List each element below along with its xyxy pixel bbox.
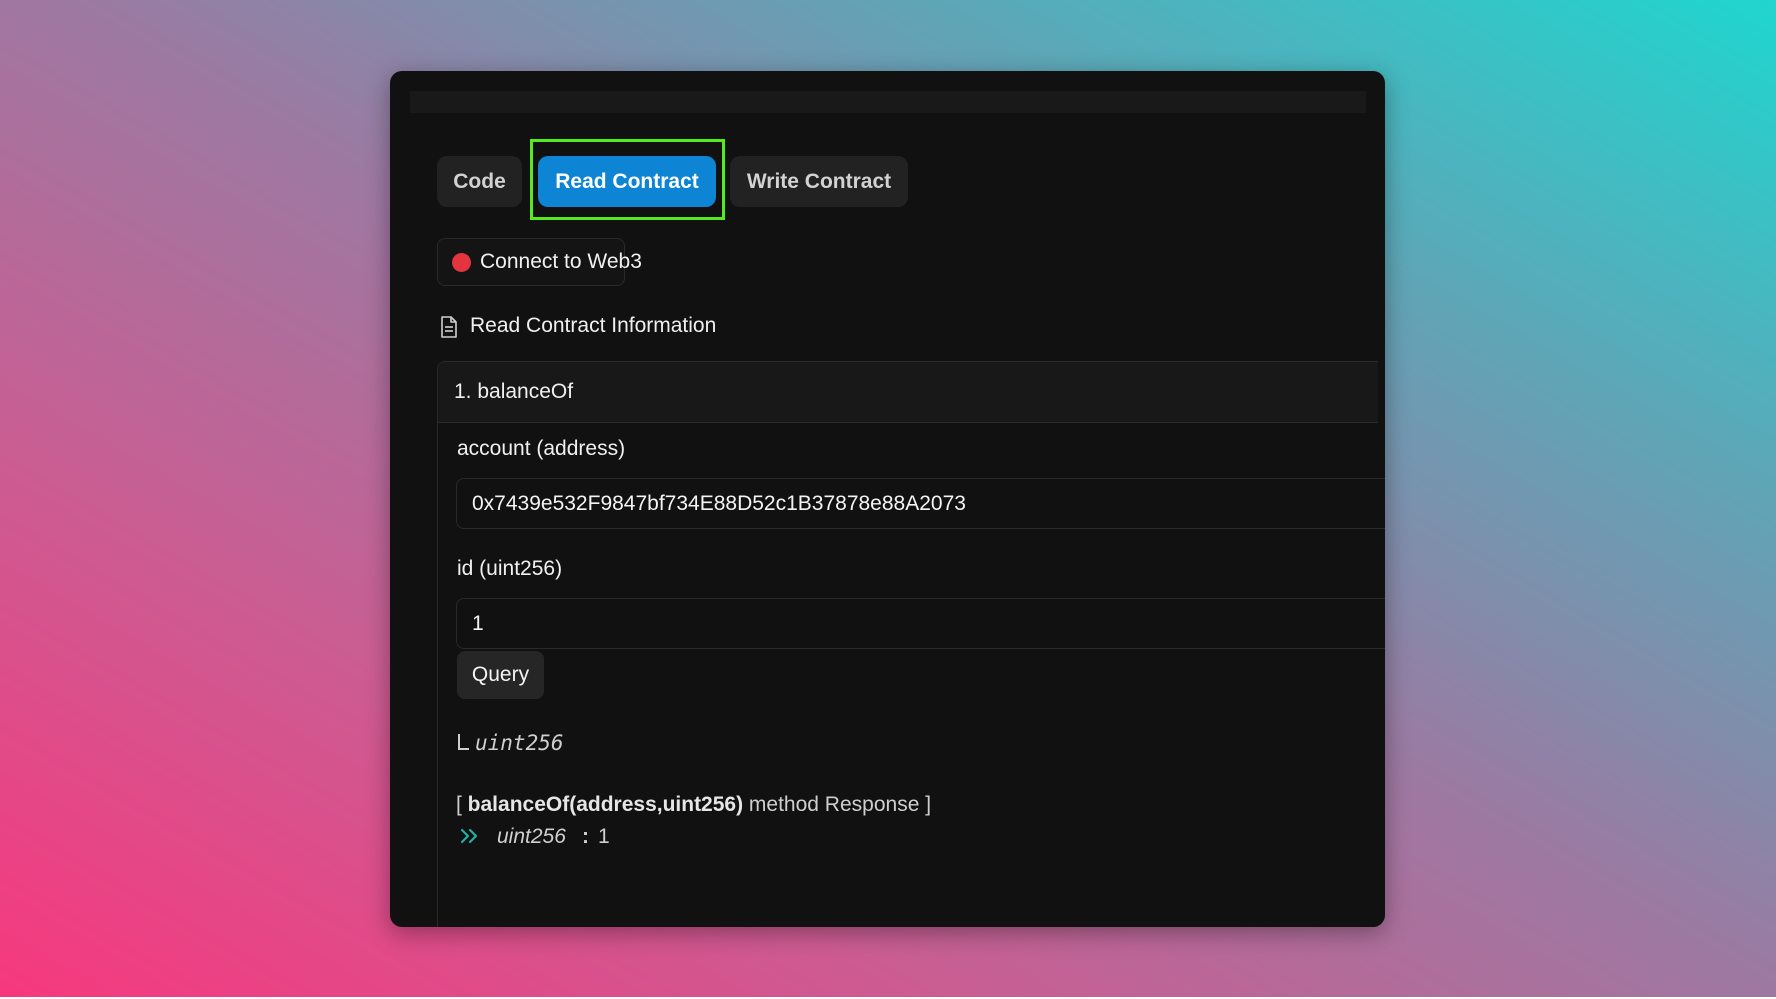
id-input[interactable] (456, 598, 1385, 649)
section-title: Read Contract Information (470, 314, 717, 337)
method-title: 1. balanceOf (454, 380, 574, 403)
window-top-bar (410, 91, 1366, 113)
connect-web3-button[interactable]: Connect to Web3 (437, 238, 642, 286)
document-icon (441, 316, 457, 338)
connect-label: Connect to Web3 (480, 250, 642, 273)
method-header[interactable]: 1. balanceOf (438, 362, 1378, 423)
result-value: 1 (598, 825, 610, 848)
result-colon: : (582, 825, 589, 848)
tree-corner-icon (458, 734, 469, 750)
response-suffix: method Response ] (743, 793, 932, 816)
status-dot-icon (452, 253, 471, 272)
result-type: uint256 (497, 825, 566, 848)
account-label: account (address) (457, 437, 626, 460)
tab-code[interactable]: Code (437, 156, 522, 207)
response-open: [ (456, 793, 468, 816)
id-label: id (uint256) (457, 557, 563, 580)
query-button[interactable]: Query (457, 651, 544, 699)
tab-read-contract[interactable]: Read Contract (538, 156, 716, 207)
tab-write-contract[interactable]: Write Contract (730, 156, 908, 207)
method-panel: 1. balanceOf account (address) id (uint2… (437, 361, 1385, 927)
account-input[interactable] (456, 478, 1385, 529)
contract-window: Code Read Contract Write Contract Connec… (390, 71, 1385, 927)
response-signature: balanceOf(address,uint256) (467, 793, 744, 816)
response-title: [ balanceOf(address,uint256) method Resp… (456, 790, 931, 820)
return-type-label: uint256 (475, 731, 564, 755)
double-chevron-right-icon (460, 828, 478, 844)
